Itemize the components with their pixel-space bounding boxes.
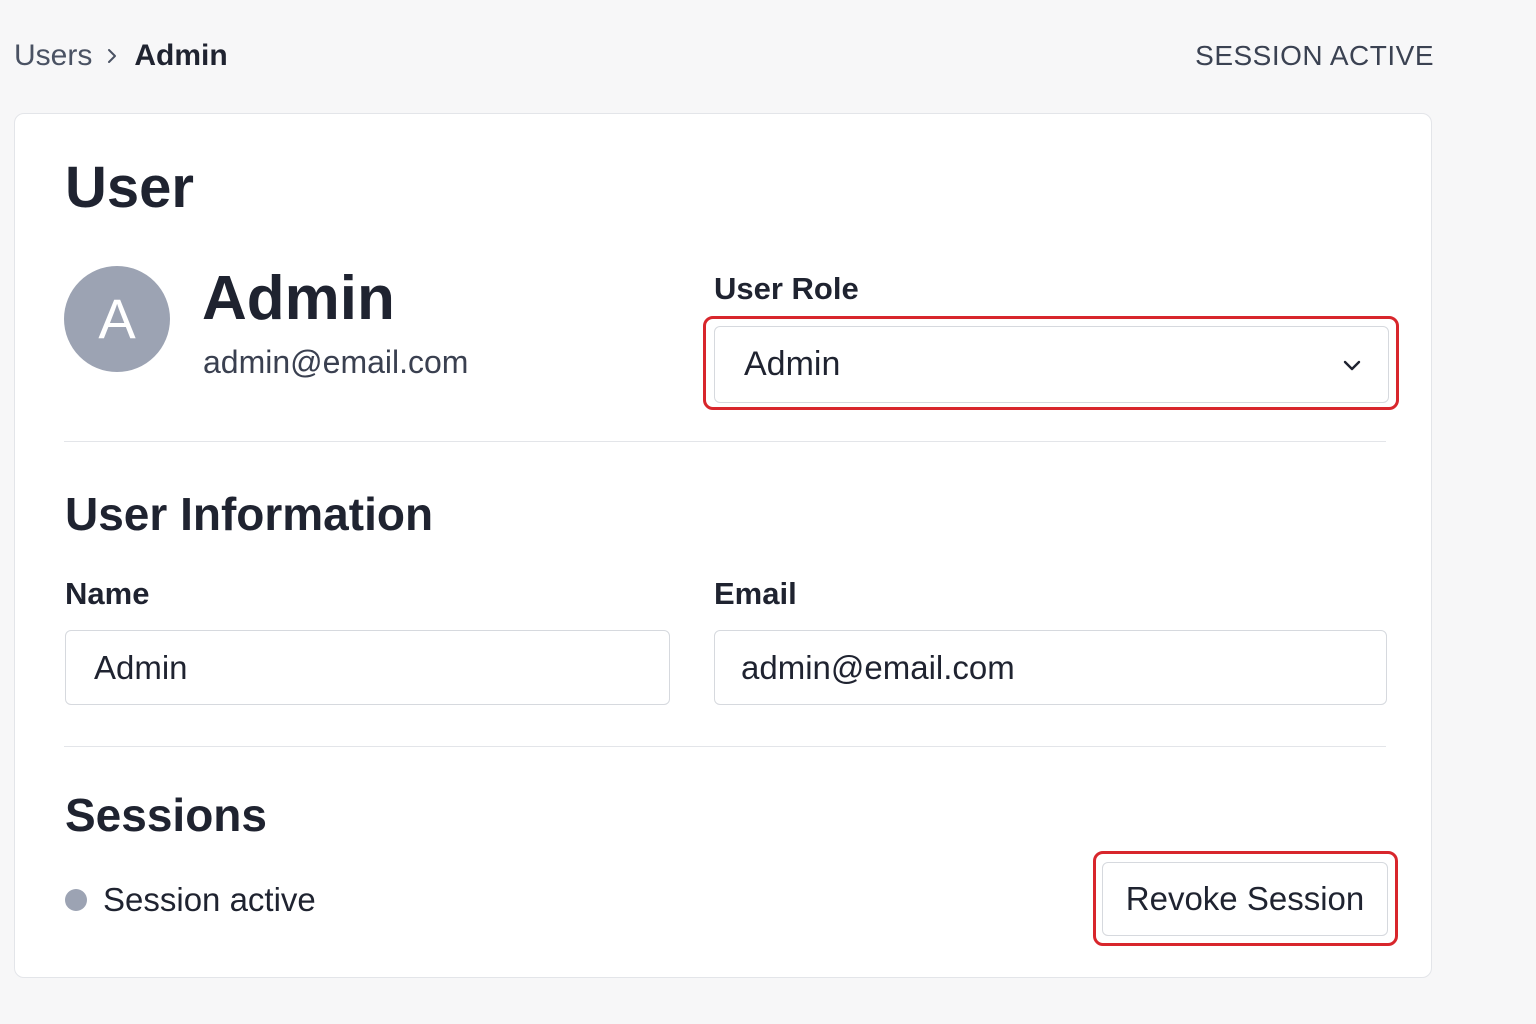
page-title: User [65, 155, 194, 220]
email-input[interactable] [714, 630, 1387, 705]
session-status-label: Session active [103, 881, 316, 918]
avatar: A [64, 266, 170, 372]
section-divider [64, 746, 1386, 747]
sessions-title: Sessions [65, 789, 267, 841]
user-information-title: User Information [65, 488, 434, 540]
revoke-session-button[interactable]: Revoke Session [1102, 862, 1388, 936]
user-role-select[interactable]: Admin [714, 326, 1389, 403]
section-divider [64, 441, 1386, 442]
user-card: User A Admin admin@email.com User Role A… [14, 113, 1432, 978]
email-label: Email [714, 576, 797, 611]
breadcrumb-users-link[interactable]: Users [14, 39, 92, 73]
chevron-down-icon [1338, 351, 1366, 379]
chevron-right-icon [98, 34, 126, 78]
breadcrumb-current: Admin [134, 39, 228, 72]
profile-email: admin@email.com [203, 344, 469, 380]
top-bar: Users Admin SESSION ACTIVE [14, 34, 1434, 78]
session-status-row: Session active [65, 878, 316, 922]
session-status-dot [65, 889, 87, 911]
session-status-text: SESSION ACTIVE [1195, 40, 1434, 71]
breadcrumb: Users Admin [14, 34, 228, 78]
name-label: Name [65, 576, 150, 611]
user-role-label: User Role [714, 271, 859, 306]
user-role-value: Admin [744, 345, 841, 383]
profile-name: Admin [202, 264, 395, 333]
name-input[interactable] [65, 630, 670, 705]
